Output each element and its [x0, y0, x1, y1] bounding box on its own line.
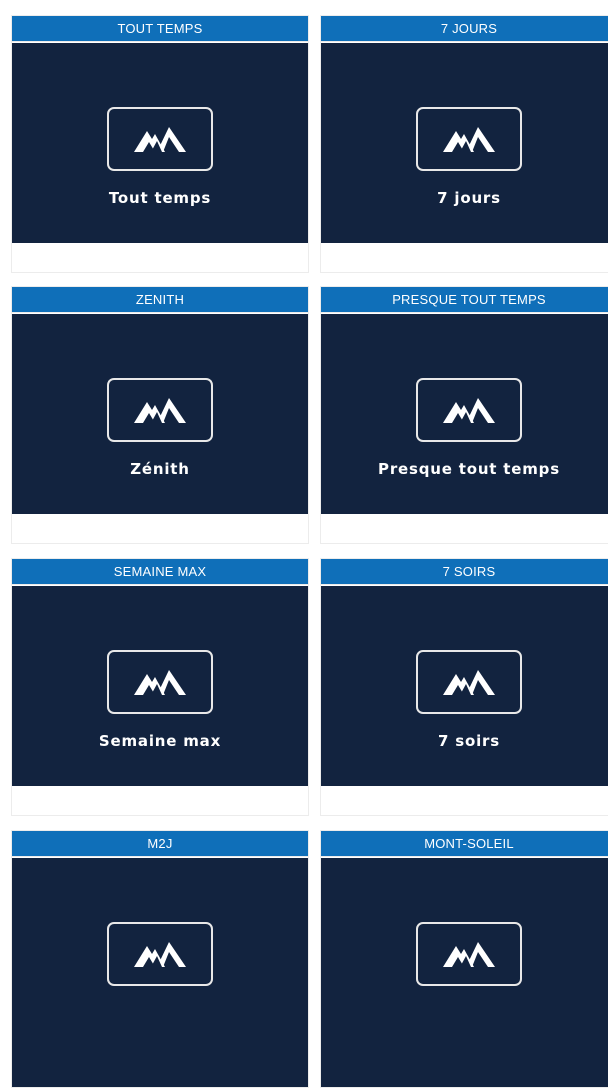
card-header: PRESQUE TOUT TEMPS: [321, 287, 608, 313]
card-tile: 7 soirs: [321, 586, 608, 786]
logo-frame: [416, 378, 522, 442]
card-footer: [12, 243, 308, 272]
card-header: ZENITH: [12, 287, 308, 313]
mountain-logo-icon: [134, 942, 186, 967]
card-title: Semaine max: [98, 732, 222, 750]
logo-frame: [107, 378, 213, 442]
pass-card-7-jours[interactable]: 7 JOURS 7 jours: [320, 15, 608, 273]
logo-frame: [416, 107, 522, 171]
mountain-logo-icon: [443, 942, 495, 967]
card-header: MONT-SOLEIL: [321, 831, 608, 857]
card-tile: [321, 858, 608, 1087]
mountain-logo-icon: [443, 670, 495, 695]
card-tile: [12, 858, 308, 1087]
pass-card-semaine-max[interactable]: SEMAINE MAX Semaine max: [11, 558, 309, 816]
logo-frame: [107, 922, 213, 986]
card-header: 7 SOIRS: [321, 559, 608, 585]
card-header: M2J: [12, 831, 308, 857]
pass-card-tout-temps[interactable]: TOUT TEMPS Tout temps: [11, 15, 309, 273]
logo-frame: [416, 922, 522, 986]
card-footer: [12, 786, 308, 815]
mountain-logo-icon: [443, 127, 495, 152]
card-title: Zénith: [130, 460, 190, 478]
pass-card-m2j[interactable]: M2J: [11, 830, 309, 1088]
mountain-logo-icon: [134, 127, 186, 152]
pass-card-mont-soleil[interactable]: MONT-SOLEIL: [320, 830, 608, 1088]
mountain-logo-icon: [134, 398, 186, 423]
card-tile: Zénith: [12, 314, 308, 514]
mountain-logo-icon: [443, 398, 495, 423]
card-tile: Semaine max: [12, 586, 308, 786]
card-tile: Presque tout temps: [321, 314, 608, 514]
card-title: 7 soirs: [438, 732, 500, 750]
card-footer: [12, 514, 308, 543]
logo-frame: [107, 107, 213, 171]
card-header: 7 JOURS: [321, 16, 608, 42]
card-tile: 7 jours: [321, 43, 608, 243]
logo-frame: [416, 650, 522, 714]
card-tile: Tout temps: [12, 43, 308, 243]
pass-card-zenith[interactable]: ZENITH Zénith: [11, 286, 309, 544]
card-header: TOUT TEMPS: [12, 16, 308, 42]
card-footer: [321, 786, 608, 815]
card-header: SEMAINE MAX: [12, 559, 308, 585]
card-title: 7 jours: [437, 189, 501, 207]
card-title: Tout temps: [108, 189, 212, 207]
mountain-logo-icon: [134, 670, 186, 695]
card-footer: [321, 514, 608, 543]
pass-card-7-soirs[interactable]: 7 SOIRS 7 soirs: [320, 558, 608, 816]
logo-frame: [107, 650, 213, 714]
card-footer: [321, 243, 608, 272]
card-title: Presque tout temps: [378, 460, 560, 478]
pass-grid: TOUT TEMPS Tout temps 7 JOURS 7 jours ZE…: [0, 0, 608, 1088]
pass-card-presque-tout-temps[interactable]: PRESQUE TOUT TEMPS Presque tout temps: [320, 286, 608, 544]
